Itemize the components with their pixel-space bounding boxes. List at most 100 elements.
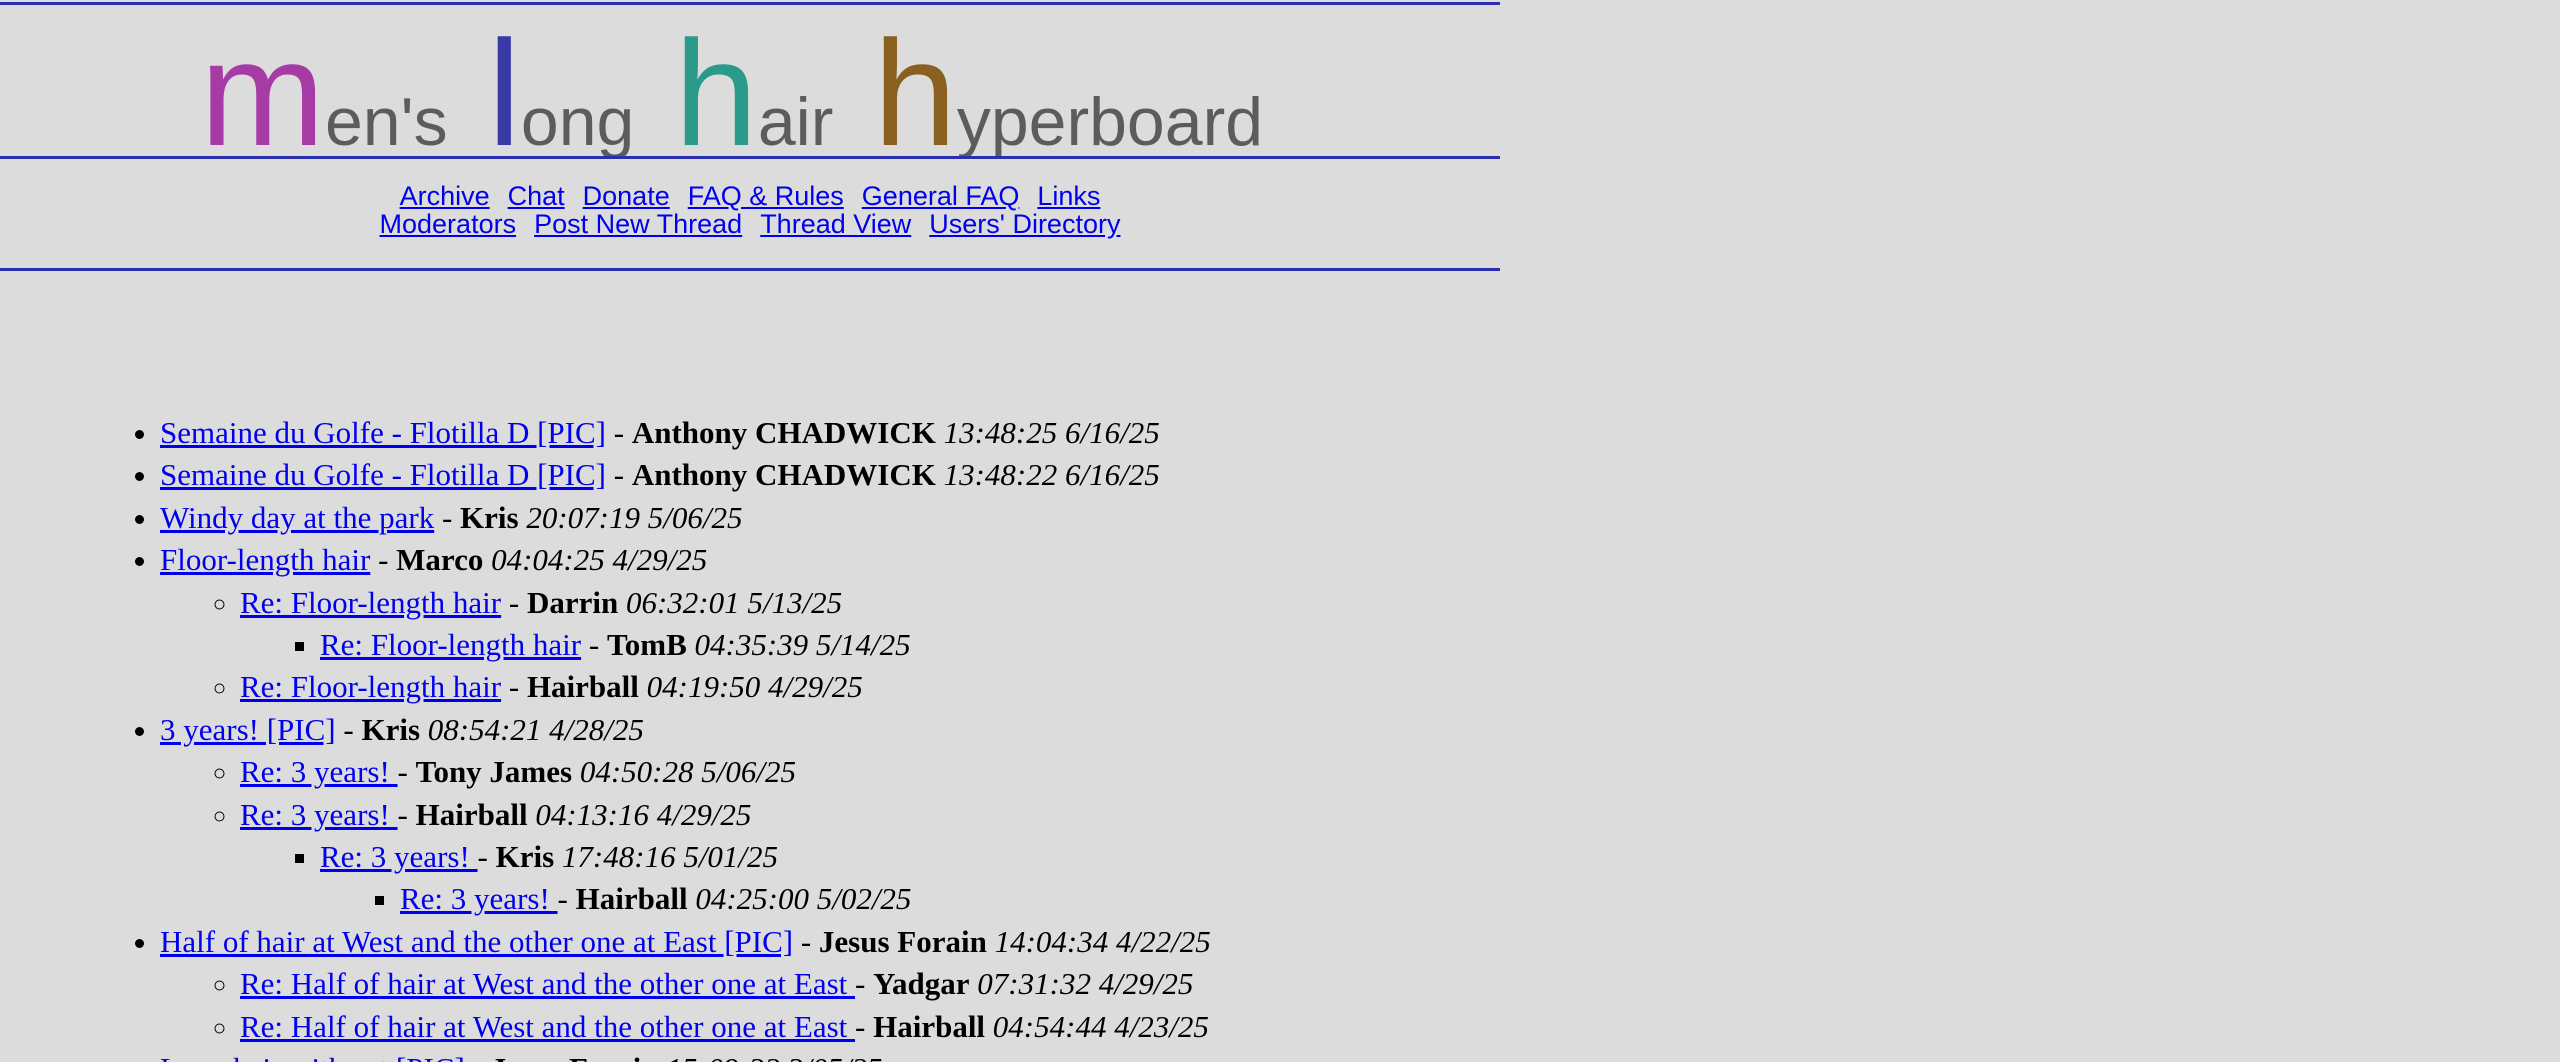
thread-author: Hairball	[575, 881, 688, 917]
reply-item: Re: 3 years! - Tony James 04:50:28 5/06/…	[240, 751, 2560, 793]
thread-author: Yadgar	[873, 966, 970, 1002]
thread-root-list: Semaine du Golfe - Flotilla D [PIC] - An…	[0, 412, 2560, 1062]
thread-timestamp: 13:48:25 6/16/25	[943, 415, 1160, 450]
thread-item: Floor-length hair - Marco 04:04:25 4/29/…	[160, 539, 2560, 709]
thread-link[interactable]: Re: 3 years!	[240, 797, 398, 832]
thread-author: Kris	[460, 499, 519, 535]
thread-timestamp: 17:48:16 5/01/25	[561, 839, 779, 875]
nav-row-2: Moderators Post New Thread Thread View User…	[0, 210, 1500, 238]
thread-link[interactable]: Windy day at the park	[160, 500, 434, 535]
thread-link[interactable]: Re: Half of hair at West and the other o…	[240, 1009, 855, 1044]
thread-link[interactable]: Re: Floor-length hair	[240, 669, 501, 704]
thread-item: Windy day at the park - Kris 20:07:19 5/…	[160, 497, 2560, 539]
nav-link-moderators[interactable]: Moderators	[380, 209, 517, 239]
reply-item: Re: Floor-length hair - Hairball 04:19:5…	[240, 666, 2560, 708]
top-rule	[0, 2, 1500, 5]
logo-initial: h	[873, 9, 957, 177]
thread-author: Anthony CHADWICK	[631, 415, 936, 450]
reply-item: Re: Floor-length hair - Darrin 06:32:01 …	[240, 582, 2560, 667]
logo-word-rest: en's	[324, 84, 448, 160]
logo-word: men's	[200, 18, 448, 168]
thread-author: Tony James	[415, 754, 573, 790]
thread-author: Marco	[396, 542, 484, 578]
thread-author: Jesus Forain	[818, 923, 987, 959]
logo-initial: m	[200, 9, 325, 177]
site-logo: men's long hair hyperboard	[200, 18, 1320, 168]
thread-author: TomB	[606, 627, 687, 663]
thread-timestamp: 04:25:00 5/02/25	[695, 881, 912, 917]
thread-author: Kris	[361, 711, 421, 747]
logo-initial: h	[674, 9, 758, 177]
thread-link[interactable]: 3 years! [PIC]	[160, 712, 336, 747]
header-rule	[0, 156, 1500, 159]
thread-timestamp: 14:04:34 4/22/25	[994, 923, 1211, 959]
nav-link-archive[interactable]: Archive	[400, 181, 490, 211]
page: men's long hair hyperboard Archive Chat Donat…	[0, 0, 2560, 1062]
logo-word-rest: ong	[520, 84, 635, 160]
reply-item: Re: Half of hair at West and the other o…	[240, 1006, 2560, 1048]
thread-link[interactable]: Re: Half of hair at West and the other o…	[240, 966, 855, 1001]
reply-list: Re: 3 years! - Kris 17:48:16 5/01/25Re: …	[240, 836, 2560, 921]
reply-list: Re: Half of hair at West and the other o…	[160, 963, 2560, 1048]
thread-timestamp: 04:50:28 5/06/25	[579, 754, 796, 790]
thread-timestamp: 15:09:32 3/05/25	[666, 1051, 882, 1062]
reply-item: Re: 3 years! - Hairball 04:13:16 4/29/25…	[240, 794, 2560, 921]
reply-item: Re: Floor-length hair - TomB 04:35:39 5/…	[320, 624, 2560, 666]
thread-item: Half of hair at West and the other one a…	[160, 921, 2560, 1048]
thread-timestamp: 06:32:01 5/13/25	[625, 584, 843, 620]
nav-link-users-directory[interactable]: Users' Directory	[929, 209, 1120, 239]
nav-link-post-new-thread[interactable]: Post New Thread	[534, 209, 742, 239]
thread-item: Semaine du Golfe - Flotilla D [PIC] - An…	[160, 412, 2560, 454]
thread-author: Jesus Forain	[491, 1051, 659, 1062]
thread-item: Long hair with cat [PIC] - Jesus Forain …	[160, 1048, 2560, 1062]
nav-link-chat[interactable]: Chat	[508, 181, 565, 211]
reply-list: Re: Floor-length hair - TomB 04:35:39 5/…	[240, 624, 2560, 666]
thread-timestamp: 13:48:22 6/16/25	[943, 457, 1160, 493]
logo-word-rest: yperboard	[956, 84, 1264, 160]
nav-row-1: Archive Chat Donate FAQ & Rules General FAQ L…	[0, 182, 1500, 210]
reply-list: Re: 3 years! - Hairball 04:25:00 5/02/25	[320, 878, 2560, 920]
thread-timestamp: 07:31:32 4/29/25	[977, 966, 1194, 1002]
logo-word-rest: air	[757, 84, 834, 160]
thread-author: Darrin	[526, 584, 619, 620]
nav-menu: Archive Chat Donate FAQ & Rules General FAQ L…	[0, 182, 1500, 238]
thread-link[interactable]: Re: 3 years!	[240, 754, 398, 789]
thread-link[interactable]: Semaine du Golfe - Flotilla D [PIC]	[160, 415, 606, 450]
logo-word: hyperboard	[873, 18, 1263, 168]
thread-link[interactable]: Re: Floor-length hair	[240, 585, 501, 620]
thread-author: Hairball	[873, 1008, 986, 1044]
thread-timestamp: 04:19:50 4/29/25	[646, 669, 863, 705]
thread-timestamp: 04:13:16 4/29/25	[535, 796, 752, 832]
thread-timestamp: 04:04:25 4/29/25	[491, 542, 708, 578]
thread-timestamp: 04:54:44 4/23/25	[992, 1008, 1209, 1044]
thread-timestamp: 20:07:19 5/06/25	[526, 499, 743, 535]
nav-link-thread-view[interactable]: Thread View	[760, 209, 911, 239]
nav-rule	[0, 268, 1500, 271]
thread-timestamp: 08:54:21 4/28/25	[427, 711, 644, 747]
thread-author: Hairball	[526, 669, 639, 705]
thread-author: Hairball	[415, 796, 528, 832]
thread-timestamp: 04:35:39 5/14/25	[694, 627, 911, 663]
nav-link-general-faq[interactable]: General FAQ	[862, 181, 1020, 211]
thread-link[interactable]: Floor-length hair	[160, 542, 370, 577]
thread-item: Semaine du Golfe - Flotilla D [PIC] - An…	[160, 454, 2560, 496]
reply-list: Re: 3 years! - Tony James 04:50:28 5/06/…	[160, 751, 2560, 921]
thread-link[interactable]: Re: 3 years!	[400, 881, 558, 916]
reply-item: Re: Half of hair at West and the other o…	[240, 963, 2560, 1005]
thread-link[interactable]: Half of hair at West and the other one a…	[160, 924, 793, 959]
reply-item: Re: 3 years! - Hairball 04:25:00 5/02/25	[400, 878, 2560, 920]
logo-initial: l	[487, 9, 521, 177]
reply-list: Re: Floor-length hair - Darrin 06:32:01 …	[160, 582, 2560, 709]
nav-link-donate[interactable]: Donate	[583, 181, 670, 211]
thread-author: Kris	[495, 839, 555, 875]
thread-list: Semaine du Golfe - Flotilla D [PIC] - An…	[0, 412, 2560, 1062]
logo-word: long	[488, 18, 635, 168]
thread-link[interactable]: Long hair with cat [PIC]	[160, 1051, 465, 1062]
nav-link-links[interactable]: Links	[1037, 181, 1100, 211]
thread-link[interactable]: Re: 3 years!	[320, 839, 478, 874]
thread-link[interactable]: Re: Floor-length hair	[320, 627, 581, 662]
thread-author: Anthony CHADWICK	[631, 457, 936, 493]
thread-item: 3 years! [PIC] - Kris 08:54:21 4/28/25Re…	[160, 709, 2560, 921]
thread-link[interactable]: Semaine du Golfe - Flotilla D [PIC]	[160, 457, 606, 492]
nav-link-faq-rules[interactable]: FAQ & Rules	[688, 181, 844, 211]
